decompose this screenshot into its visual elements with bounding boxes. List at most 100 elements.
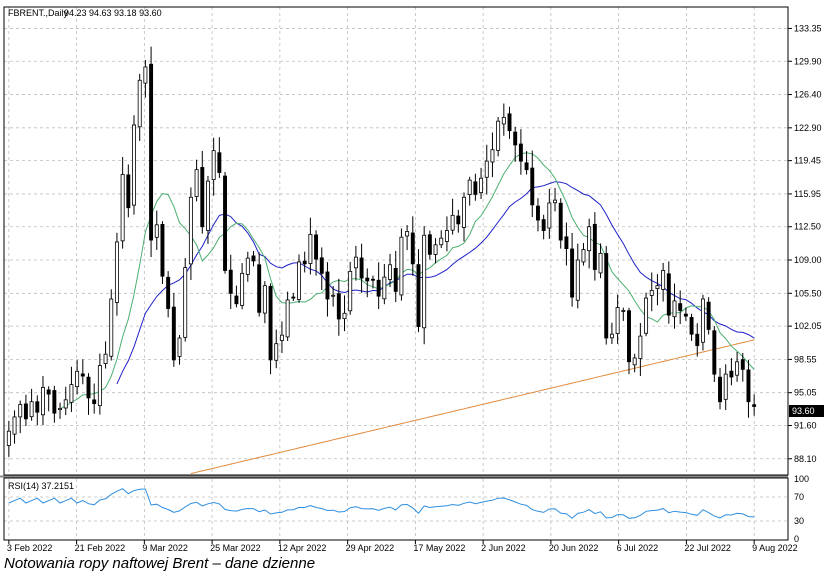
candle: [69, 384, 74, 403]
candle: [712, 330, 717, 375]
candle: [245, 257, 250, 275]
candle: [661, 270, 666, 290]
candle: [444, 230, 449, 242]
candle: [501, 116, 506, 125]
candle: [285, 299, 290, 338]
candle: [46, 389, 51, 395]
candle: [627, 310, 631, 363]
candle: [405, 231, 410, 237]
candle: [507, 113, 512, 132]
price-tick-label: 126.40: [794, 90, 822, 100]
chart-title: FBRENT.,Daily: [8, 8, 69, 18]
candle: [262, 285, 267, 314]
candle: [314, 234, 319, 260]
chart: 133.35 129.90 126.40 122.90 119.45 115.95 112.…: [0, 6, 824, 553]
candle: [592, 223, 597, 270]
caption: Notowania ropy naftowej Brent – dane dzi…: [4, 555, 316, 572]
candle: [570, 248, 575, 298]
candle: [137, 79, 142, 128]
candle: [268, 285, 273, 361]
candle: [80, 373, 85, 377]
candle: [666, 273, 671, 316]
candle: [342, 312, 347, 320]
candle: [154, 224, 159, 238]
candle: [114, 241, 119, 303]
candle: [587, 226, 592, 252]
candle: [655, 285, 660, 289]
time-tick-label: 9 Aug 2022: [752, 543, 798, 553]
price-tick-label: 129.90: [794, 56, 822, 66]
candle: [291, 296, 296, 299]
candle: [638, 335, 643, 359]
price-tick-label: 112.50: [794, 222, 821, 232]
candle: [382, 276, 387, 300]
candle: [63, 399, 68, 409]
candle: [160, 224, 165, 277]
candle: [649, 290, 654, 296]
candle: [58, 407, 63, 411]
candle: [183, 267, 188, 338]
candle: [325, 271, 330, 300]
candle: [393, 268, 398, 292]
candle: [723, 373, 728, 400]
candle: [126, 174, 131, 209]
candle: [473, 181, 478, 195]
candle: [467, 179, 472, 195]
candle: [621, 310, 626, 312]
candle: [223, 175, 228, 271]
price-tick-label: 119.45: [794, 156, 821, 166]
candle: [319, 257, 324, 274]
candle: [103, 353, 108, 365]
candle: [200, 167, 205, 228]
candle: [575, 259, 580, 301]
candle: [234, 295, 239, 305]
candle: [97, 365, 102, 407]
time-tick-label: 9 Mar 2022: [142, 543, 188, 553]
price-tick-label: 98.55: [794, 354, 817, 364]
candle: [188, 196, 193, 265]
candle: [149, 63, 154, 241]
price-tick-label: 88.10: [794, 454, 817, 464]
candle: [439, 237, 444, 246]
candles: [6, 46, 757, 457]
candle: [564, 236, 569, 250]
candle: [490, 149, 495, 163]
candle: [331, 294, 336, 297]
candle: [371, 278, 375, 281]
candle: [211, 150, 216, 180]
rsi-axis: 10070300: [794, 474, 809, 544]
candle: [689, 317, 694, 335]
candle: [609, 333, 614, 339]
time-axis: 3 Feb 2022 21 Feb 2022 9 Mar 2022 25 Mar 20…: [7, 540, 798, 553]
candle: [376, 279, 381, 297]
price-tick-label: 133.35: [794, 23, 822, 33]
candle: [581, 249, 586, 263]
candle: [484, 160, 489, 178]
price-tick-label: 115.95: [794, 189, 821, 199]
time-tick-label: 3 Feb 2022: [7, 543, 53, 553]
candle: [23, 403, 28, 420]
candle: [615, 307, 620, 334]
candle: [518, 143, 523, 162]
candle: [348, 271, 353, 312]
candle: [302, 260, 307, 265]
last-price-tag: 93.60: [789, 405, 824, 417]
price-tick-label: 122.90: [794, 123, 822, 133]
candle: [672, 300, 677, 318]
candle: [120, 174, 125, 242]
ma-fast-series: [59, 152, 755, 410]
candle: [297, 261, 301, 300]
candle: [541, 219, 546, 231]
candle: [217, 152, 222, 173]
ohlc-header: 94.23 94.63 93.18 93.60: [64, 8, 162, 18]
rsi-tick-label: 70: [794, 492, 804, 502]
candle: [166, 276, 171, 309]
candle: [513, 131, 518, 146]
candle: [12, 416, 17, 435]
rsi-title: RSI(14) 37.2151: [8, 481, 74, 491]
last-price-label: 93.60: [792, 406, 815, 416]
candle: [177, 337, 182, 357]
candle: [530, 167, 535, 206]
candle: [75, 370, 80, 388]
candle: [433, 244, 438, 255]
